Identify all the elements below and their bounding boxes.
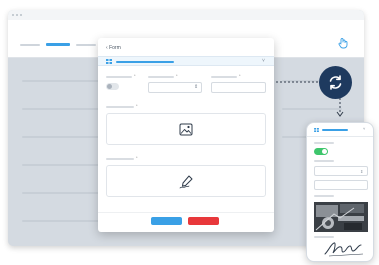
submit-button[interactable]: ✓: [151, 217, 182, 232]
bg-row: [22, 220, 102, 222]
field-label: [106, 106, 134, 108]
signature-box[interactable]: [106, 165, 266, 197]
required-mark: *: [239, 73, 241, 78]
required-mark: *: [136, 155, 138, 160]
phone-title-bar: [322, 129, 348, 131]
field-label: [106, 158, 134, 160]
close-icon: ✕: [201, 226, 206, 232]
window-maximize-dot[interactable]: [20, 14, 22, 16]
field-label: [314, 160, 334, 162]
field-label: [314, 195, 334, 197]
sync-button[interactable]: [319, 66, 352, 99]
toggle-knob: [322, 149, 327, 154]
required-mark: *: [134, 73, 136, 78]
image-upload-box[interactable]: [106, 113, 266, 145]
field-label: [148, 76, 174, 78]
required-mark: *: [176, 73, 178, 78]
hand-pointer-icon[interactable]: [337, 37, 349, 49]
text-input[interactable]: [211, 82, 266, 93]
phone-toggle-switch[interactable]: [314, 148, 328, 155]
stepper-arrows-icon[interactable]: ⇕: [194, 84, 198, 91]
bg-row: [22, 164, 102, 166]
nav-tab-2-active[interactable]: [46, 43, 70, 46]
phone-header: ˅: [307, 123, 373, 137]
window-titlebar: [8, 10, 364, 20]
window-minimize-dot[interactable]: [16, 14, 18, 16]
field-label: [211, 76, 237, 78]
bg-row: [22, 80, 102, 82]
check-icon: ✓: [164, 226, 169, 232]
image-icon: [179, 123, 193, 136]
bg-row: [22, 136, 102, 138]
grid-icon: [106, 59, 112, 64]
nav-tab-3[interactable]: [76, 44, 96, 46]
phone-text-input[interactable]: [314, 180, 368, 190]
dialog-footer-divider: [98, 212, 274, 213]
dialog-back-label: Form: [109, 45, 121, 51]
cancel-button[interactable]: ✕: [188, 217, 219, 232]
section-title-bar: [116, 61, 174, 63]
chevron-down-icon: ˅: [262, 58, 265, 64]
toggle-switch[interactable]: [106, 83, 119, 90]
pen-icon: [179, 175, 193, 189]
field-label: [106, 76, 132, 78]
dialog-back-link[interactable]: ‹ Form: [106, 44, 121, 52]
grid-icon: [314, 128, 319, 132]
section-header[interactable]: ˅: [98, 56, 274, 66]
toggle-knob: [107, 84, 112, 89]
sync-arrows-icon: [329, 75, 342, 90]
chevron-down-icon: ˅: [363, 126, 366, 131]
field-label: [314, 236, 334, 238]
bg-row: [22, 108, 102, 110]
bg-row: [22, 192, 102, 194]
phone-frame: ˅ ⇕: [306, 122, 374, 262]
number-stepper[interactable]: ⇕: [148, 82, 202, 93]
chevron-left-icon: ‹: [106, 45, 108, 51]
required-mark: *: [136, 103, 138, 108]
handwritten-signature: [324, 242, 364, 257]
nav-tab-1[interactable]: [20, 44, 40, 46]
field-label: [314, 142, 334, 144]
window-close-dot[interactable]: [12, 14, 14, 16]
car-engine-photo[interactable]: [314, 202, 368, 232]
form-dialog: ‹ Form ˅ * * ⇕ * * * ✓ ✕: [98, 38, 274, 232]
stepper-arrows-icon[interactable]: ⇕: [360, 168, 363, 175]
phone-number-stepper[interactable]: ⇕: [314, 166, 368, 176]
